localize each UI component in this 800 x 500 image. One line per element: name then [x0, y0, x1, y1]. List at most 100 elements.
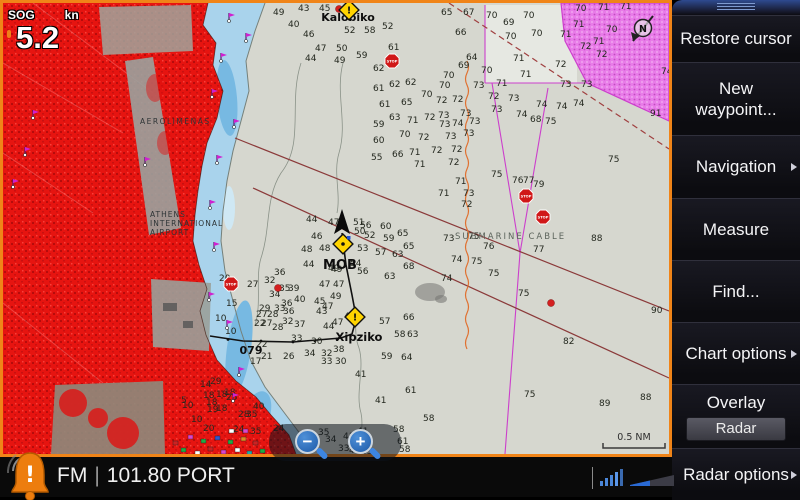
- svg-text:27: 27: [261, 319, 272, 329]
- svg-text:62: 62: [373, 64, 384, 74]
- svg-text:STOP: STOP: [538, 215, 549, 219]
- menu-item-chart-options[interactable]: Chart options: [672, 322, 800, 384]
- svg-text:64: 64: [401, 353, 413, 363]
- menu-item-measure[interactable]: Measure: [672, 198, 800, 260]
- audio-status[interactable]: FM|101.80 PORT: [57, 464, 235, 488]
- svg-text:59: 59: [381, 352, 393, 362]
- svg-text:10: 10: [215, 314, 227, 324]
- svg-text:74: 74: [536, 100, 548, 110]
- svg-text:65: 65: [397, 229, 408, 239]
- instrument-alert-dot: [7, 30, 11, 38]
- svg-text:88: 88: [640, 393, 652, 403]
- svg-text:10: 10: [191, 415, 203, 425]
- menu-item-overlay[interactable]: Overlay Radar: [672, 384, 800, 448]
- svg-text:63: 63: [407, 330, 418, 340]
- svg-text:73: 73: [439, 120, 450, 130]
- svg-text:49: 49: [334, 56, 346, 66]
- svg-text:74: 74: [661, 67, 669, 77]
- magnifier-handle: [315, 447, 328, 460]
- zoom-in-button[interactable]: +: [348, 429, 375, 456]
- svg-text:N: N: [639, 24, 647, 35]
- svg-text:58: 58: [394, 330, 406, 340]
- svg-text:079: 079: [240, 344, 263, 357]
- nautical-chart[interactable]: 4943454046475044495258526159656766646269…: [3, 3, 669, 454]
- audio-detail: 101.80 PORT: [107, 464, 235, 487]
- svg-text:59: 59: [383, 234, 395, 244]
- track-flag: [347, 236, 351, 240]
- magnifier-handle: [368, 447, 381, 460]
- menu-item-new-waypoint[interactable]: New waypoint...: [672, 62, 800, 135]
- svg-text:73: 73: [443, 234, 454, 244]
- svg-text:71: 71: [620, 3, 631, 12]
- svg-text:71: 71: [409, 148, 420, 158]
- svg-text:73: 73: [581, 80, 592, 90]
- svg-text:79: 79: [533, 180, 545, 190]
- svg-text:73: 73: [508, 94, 519, 104]
- svg-text:71: 71: [438, 189, 449, 199]
- svg-text:ATHENS: ATHENS: [150, 210, 186, 219]
- sog-value: 5.2: [16, 24, 79, 52]
- svg-text:71: 71: [573, 20, 584, 30]
- signal-bars-icon: [600, 469, 623, 486]
- svg-text:58: 58: [423, 414, 435, 424]
- svg-text:71: 71: [513, 54, 524, 64]
- svg-text:73: 73: [560, 80, 571, 90]
- svg-text:71: 71: [407, 116, 418, 126]
- svg-text:73: 73: [463, 189, 474, 199]
- svg-text:74: 74: [441, 274, 453, 284]
- svg-text:33: 33: [291, 334, 302, 344]
- svg-text:70: 70: [606, 25, 618, 35]
- menu-item-radar-options[interactable]: Radar options: [672, 448, 800, 500]
- svg-text:71: 71: [455, 177, 466, 187]
- svg-text:74: 74: [556, 102, 568, 112]
- sog-instrument-overlay[interactable]: SOGkn 5.2: [8, 6, 79, 52]
- svg-text:0.5 NM: 0.5 NM: [617, 432, 650, 443]
- svg-text:73: 73: [491, 105, 502, 115]
- svg-text:40: 40: [294, 295, 306, 305]
- svg-text:52: 52: [364, 231, 375, 241]
- svg-text:50: 50: [336, 44, 348, 54]
- svg-text:70: 70: [575, 4, 587, 14]
- menu-item-find[interactable]: Find...: [672, 260, 800, 322]
- svg-text:69: 69: [503, 18, 515, 28]
- alarm-bell-icon[interactable]: !: [5, 449, 53, 500]
- svg-text:72: 72: [555, 60, 566, 70]
- svg-text:65: 65: [441, 8, 452, 18]
- submenu-arrow-icon: [791, 471, 797, 479]
- svg-text:72: 72: [424, 113, 435, 123]
- svg-text:60: 60: [380, 222, 392, 232]
- svg-text:32: 32: [282, 317, 293, 327]
- menu-drag-handle[interactable]: [672, 0, 800, 15]
- chart-panel[interactable]: 4943454046475044495258526159656766646269…: [0, 0, 672, 457]
- radar-return-blob: [435, 295, 447, 303]
- svg-text:20: 20: [203, 424, 215, 434]
- svg-text:47: 47: [315, 44, 326, 54]
- audio-source: FM: [57, 464, 87, 487]
- svg-text:65: 65: [401, 98, 412, 108]
- svg-text:57: 57: [375, 248, 386, 258]
- svg-text:72: 72: [488, 92, 499, 102]
- svg-text:STOP: STOP: [387, 59, 398, 63]
- grip-icon: [717, 3, 755, 12]
- svg-text:89: 89: [599, 399, 611, 409]
- svg-text:72: 72: [580, 42, 591, 52]
- svg-text:47: 47: [319, 280, 330, 290]
- svg-text:70: 70: [505, 32, 517, 42]
- shoal-patch-light: [223, 186, 235, 230]
- zoom-out-button[interactable]: −: [295, 429, 322, 456]
- svg-text:72: 72: [436, 96, 447, 106]
- overlay-value-button[interactable]: Radar: [686, 417, 786, 441]
- svg-text:58: 58: [364, 26, 376, 36]
- svg-text:!: !: [25, 463, 35, 488]
- svg-text:66: 66: [392, 150, 404, 160]
- zoom-controls: − +: [269, 424, 401, 461]
- svg-text:74: 74: [451, 255, 463, 265]
- svg-text:65: 65: [403, 242, 414, 252]
- svg-text:!: !: [347, 6, 352, 17]
- svg-text:69: 69: [458, 61, 470, 71]
- svg-text:71: 71: [496, 79, 507, 89]
- menu-item-navigation[interactable]: Navigation: [672, 135, 800, 198]
- svg-text:76: 76: [483, 242, 495, 252]
- svg-text:71: 71: [560, 30, 571, 40]
- menu-item-restore-cursor[interactable]: Restore cursor: [672, 15, 800, 62]
